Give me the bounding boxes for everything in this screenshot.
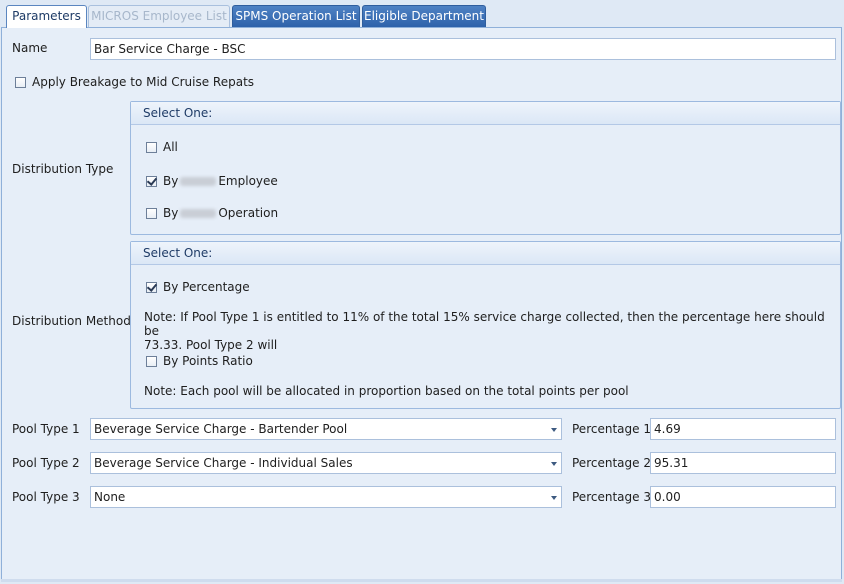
dist-type-operation-checkbox[interactable] (146, 208, 157, 219)
dropdown-arrow-icon[interactable] (551, 496, 557, 500)
distribution-type-label: Distribution Type (12, 162, 114, 176)
points-note: Note: Each pool will be allocated in pro… (144, 384, 629, 398)
percentage-note: Note: If Pool Type 1 is entitled to 11% … (144, 310, 840, 352)
distribution-method-group-title: Select One: (131, 242, 840, 265)
pool-type-2-value: Beverage Service Charge - Individual Sal… (94, 456, 353, 470)
pool-type-3-label: Pool Type 3 (12, 490, 80, 504)
percentage-1-input[interactable]: 4.69 (650, 418, 836, 440)
percentage-2-label: Percentage 2 (572, 456, 651, 470)
pool-type-1-value: Beverage Service Charge - Bartender Pool (94, 422, 348, 436)
tab-eligible-department[interactable]: Eligible Department (362, 5, 486, 27)
panel-bottom-edge (1, 579, 842, 582)
dist-type-employee-suffix: Employee (218, 174, 278, 188)
distribution-type-group: Select One: All By Employee By Operation (130, 101, 841, 235)
breakage-label: Apply Breakage to Mid Cruise Repats (32, 75, 255, 89)
dist-type-operation-label: By Operation (163, 206, 278, 220)
name-input[interactable]: Bar Service Charge - BSC (90, 38, 836, 60)
redacted-text (180, 209, 217, 218)
pool-type-1-label: Pool Type 1 (12, 422, 80, 436)
dist-type-employee-prefix: By (163, 174, 179, 188)
dropdown-arrow-icon[interactable] (551, 462, 557, 466)
by-percentage-checkbox[interactable] (146, 281, 158, 293)
dist-type-employee-checkbox[interactable] (146, 175, 158, 187)
dist-type-all-label: All (163, 140, 178, 154)
by-points-ratio-label: By Points Ratio (163, 354, 253, 368)
distribution-type-group-title: Select One: (131, 102, 840, 125)
name-label: Name (12, 41, 48, 55)
distribution-method-group: Select One: By Percentage Note: If Pool … (130, 241, 841, 409)
dist-type-operation-prefix: By (163, 206, 179, 220)
pool-type-1-select[interactable]: Beverage Service Charge - Bartender Pool (90, 418, 562, 440)
pool-type-2-label: Pool Type 2 (12, 456, 80, 470)
percentage-3-input[interactable]: 0.00 (650, 486, 836, 508)
pool-type-2-select[interactable]: Beverage Service Charge - Individual Sal… (90, 452, 562, 474)
dropdown-arrow-icon[interactable] (551, 428, 557, 432)
percentage-1-label: Percentage 1 (572, 422, 651, 436)
redacted-text (180, 177, 217, 186)
dist-type-all-checkbox[interactable] (146, 142, 157, 153)
by-points-ratio-checkbox[interactable] (146, 356, 157, 367)
percentage-2-input[interactable]: 95.31 (650, 452, 836, 474)
percentage-3-label: Percentage 3 (572, 490, 651, 504)
percentage-note-line2: 73.33. Pool Type 2 will (144, 338, 278, 352)
tab-spms-operation-list[interactable]: SPMS Operation List (232, 5, 360, 27)
percentage-note-line1: Note: If Pool Type 1 is entitled to 11% … (144, 310, 825, 338)
tab-parameters[interactable]: Parameters (6, 5, 87, 28)
breakage-checkbox[interactable] (15, 77, 26, 88)
parameters-panel: Name Bar Service Charge - BSC Apply Brea… (1, 27, 842, 580)
dist-type-operation-suffix: Operation (218, 206, 279, 220)
by-percentage-label: By Percentage (163, 280, 250, 294)
pool-type-3-select[interactable]: None (90, 486, 562, 508)
tab-bar: Parameters MICROS Employee List SPMS Ope… (0, 0, 844, 28)
dist-type-employee-label: By Employee (163, 174, 278, 188)
check-mark-icon (146, 175, 158, 186)
distribution-method-label: Distribution Method (12, 314, 131, 328)
tab-micros-employee-list[interactable]: MICROS Employee List (88, 5, 230, 27)
check-mark-icon (146, 281, 158, 292)
pool-type-3-value: None (94, 490, 126, 504)
